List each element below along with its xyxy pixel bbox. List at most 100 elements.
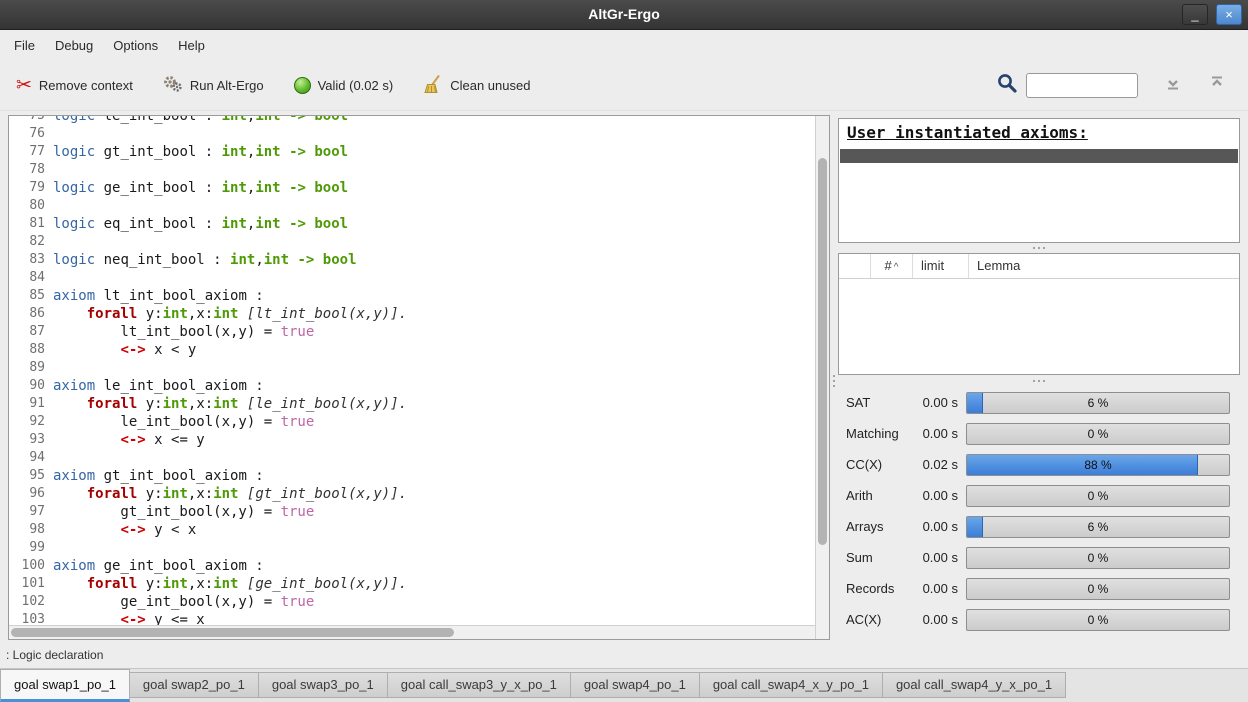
- toolbar: ✂ Remove context Run Alt-Ergo Valid (0.0…: [0, 61, 1248, 111]
- menu-bar: FileDebugOptionsHelp: [0, 30, 1248, 61]
- arrow-down-icon[interactable]: [1164, 74, 1182, 97]
- stat-label: AC(X): [838, 612, 918, 627]
- code-text: logic eq_int_bool : int,int -> bool: [53, 215, 348, 233]
- code-line: 93 <-> x <= y: [9, 431, 829, 449]
- minimize-button[interactable]: _: [1182, 4, 1208, 25]
- stat-time: 0.02 s: [918, 457, 958, 472]
- line-number: 89: [9, 359, 53, 377]
- code-text: logic gt_int_bool : int,int -> bool: [53, 143, 348, 161]
- remove-context-button[interactable]: ✂ Remove context: [16, 76, 133, 95]
- line-number: 78: [9, 161, 53, 179]
- sort-ascending-icon: ^: [894, 262, 899, 273]
- progress-bar-text: 0 %: [967, 486, 1229, 506]
- progress-bar-text: 6 %: [967, 517, 1229, 537]
- search-input[interactable]: [1026, 73, 1138, 98]
- line-number: 96: [9, 485, 53, 503]
- line-number: 79: [9, 179, 53, 197]
- splitter-handle-bottom[interactable]: [838, 378, 1240, 384]
- search-icon[interactable]: [996, 72, 1018, 99]
- code-text: axiom le_int_bool_axiom :: [53, 377, 264, 395]
- progress-bar: 6 %: [966, 516, 1230, 538]
- tab-goal-call-swap3-y-x-po-1[interactable]: goal call_swap3_y_x_po_1: [387, 672, 571, 698]
- lemma-col-lemma[interactable]: Lemma: [969, 254, 1239, 278]
- tab-goal-call-swap4-x-y-po-1[interactable]: goal call_swap4_x_y_po_1: [699, 672, 883, 698]
- menu-debug[interactable]: Debug: [45, 30, 103, 61]
- tab-goal-swap2-po-1[interactable]: goal swap2_po_1: [129, 672, 259, 698]
- valid-status-label: Valid (0.02 s): [318, 78, 394, 93]
- code-line: 91 forall y:int,x:int [le_int_bool(x,y)]…: [9, 395, 829, 413]
- valid-status: Valid (0.02 s): [294, 77, 394, 94]
- line-number: 76: [9, 125, 53, 143]
- code-line: 84: [9, 269, 829, 287]
- line-number: 83: [9, 251, 53, 269]
- stat-row-records: Records0.00 s0 %: [838, 573, 1240, 604]
- code-line: 78: [9, 161, 829, 179]
- vertical-scrollbar[interactable]: [815, 116, 829, 639]
- tab-goal-swap3-po-1[interactable]: goal swap3_po_1: [258, 672, 388, 698]
- stat-label: Arith: [838, 488, 918, 503]
- horizontal-scrollbar-thumb[interactable]: [11, 628, 454, 637]
- user-axioms-panel[interactable]: User instantiated axioms:: [838, 118, 1240, 243]
- code-line: 89: [9, 359, 829, 377]
- code-text: logic neq_int_bool : int,int -> bool: [53, 251, 357, 269]
- splitter-handle-vertical[interactable]: [830, 368, 838, 394]
- stat-time: 0.00 s: [918, 426, 958, 441]
- progress-bar: 0 %: [966, 609, 1230, 631]
- code-text: <-> x <= y: [53, 431, 205, 449]
- stat-label: Matching: [838, 426, 918, 441]
- line-number: 77: [9, 143, 53, 161]
- stat-label: Arrays: [838, 519, 918, 534]
- lemma-table-header: #^ limit Lemma: [839, 254, 1239, 279]
- code-text: axiom gt_int_bool_axiom :: [53, 467, 264, 485]
- lemma-col-limit[interactable]: limit: [913, 254, 969, 278]
- code-line: 76: [9, 125, 829, 143]
- menu-file[interactable]: File: [4, 30, 45, 61]
- axiom-list-selected-row: [840, 149, 1238, 163]
- progress-bar-text: 0 %: [967, 579, 1229, 599]
- stat-row-matching: Matching0.00 s 0 %: [838, 418, 1240, 449]
- tab-goal-swap4-po-1[interactable]: goal swap4_po_1: [570, 672, 700, 698]
- lemma-col-hash[interactable]: #^: [871, 254, 913, 278]
- code-text: lt_int_bool(x,y) = true: [53, 323, 314, 341]
- progress-bar-text: 0 %: [967, 610, 1229, 630]
- line-number: 95: [9, 467, 53, 485]
- code-line: 80: [9, 197, 829, 215]
- stat-time: 0.00 s: [918, 519, 958, 534]
- lemma-table[interactable]: #^ limit Lemma: [838, 253, 1240, 375]
- clean-unused-button[interactable]: Clean unused: [423, 74, 530, 97]
- line-number: 92: [9, 413, 53, 431]
- code-text: <-> x < y: [53, 341, 196, 359]
- close-button[interactable]: ×: [1216, 4, 1242, 25]
- stat-time: 0.00 s: [918, 488, 958, 503]
- stat-label: CC(X): [838, 457, 918, 472]
- vertical-scrollbar-thumb[interactable]: [818, 158, 827, 545]
- stat-row-sum: Sum0.00 s0 %: [838, 542, 1240, 573]
- code-line: 85axiom lt_int_bool_axiom :: [9, 287, 829, 305]
- broom-icon: [423, 74, 443, 97]
- progress-bar: 0 %: [966, 423, 1230, 445]
- tab-goal-swap1-po-1[interactable]: goal swap1_po_1: [0, 669, 130, 702]
- line-number: 82: [9, 233, 53, 251]
- menu-help[interactable]: Help: [168, 30, 215, 61]
- menu-options[interactable]: Options: [103, 30, 168, 61]
- code-text: gt_int_bool(x,y) = true: [53, 503, 314, 521]
- line-number: 87: [9, 323, 53, 341]
- code-line: 101 forall y:int,x:int [ge_int_bool(x,y)…: [9, 575, 829, 593]
- code-text: forall y:int,x:int [ge_int_bool(x,y)].: [53, 575, 407, 593]
- valid-status-icon: [294, 77, 311, 94]
- clean-unused-label: Clean unused: [450, 78, 530, 93]
- tab-goal-call-swap4-y-x-po-1[interactable]: goal call_swap4_y_x_po_1: [882, 672, 1066, 698]
- progress-bar: 0 %: [966, 485, 1230, 507]
- code-lines: 75logic le_int_bool : int,int -> bool767…: [9, 115, 829, 629]
- code-text: forall y:int,x:int [gt_int_bool(x,y)].: [53, 485, 407, 503]
- stat-row-ccx: CC(X)0.02 s88 %: [838, 449, 1240, 480]
- line-number: 102: [9, 593, 53, 611]
- stat-time: 0.00 s: [918, 612, 958, 627]
- run-altergo-button[interactable]: Run Alt-Ergo: [163, 74, 264, 97]
- line-number: 85: [9, 287, 53, 305]
- splitter-handle-top[interactable]: [838, 245, 1240, 251]
- arrow-up-icon[interactable]: [1208, 74, 1226, 97]
- code-editor[interactable]: 75logic le_int_bool : int,int -> bool767…: [8, 115, 830, 640]
- horizontal-scrollbar[interactable]: [9, 625, 815, 639]
- tab-bar: goal swap1_po_1goal swap2_po_1goal swap3…: [0, 668, 1248, 702]
